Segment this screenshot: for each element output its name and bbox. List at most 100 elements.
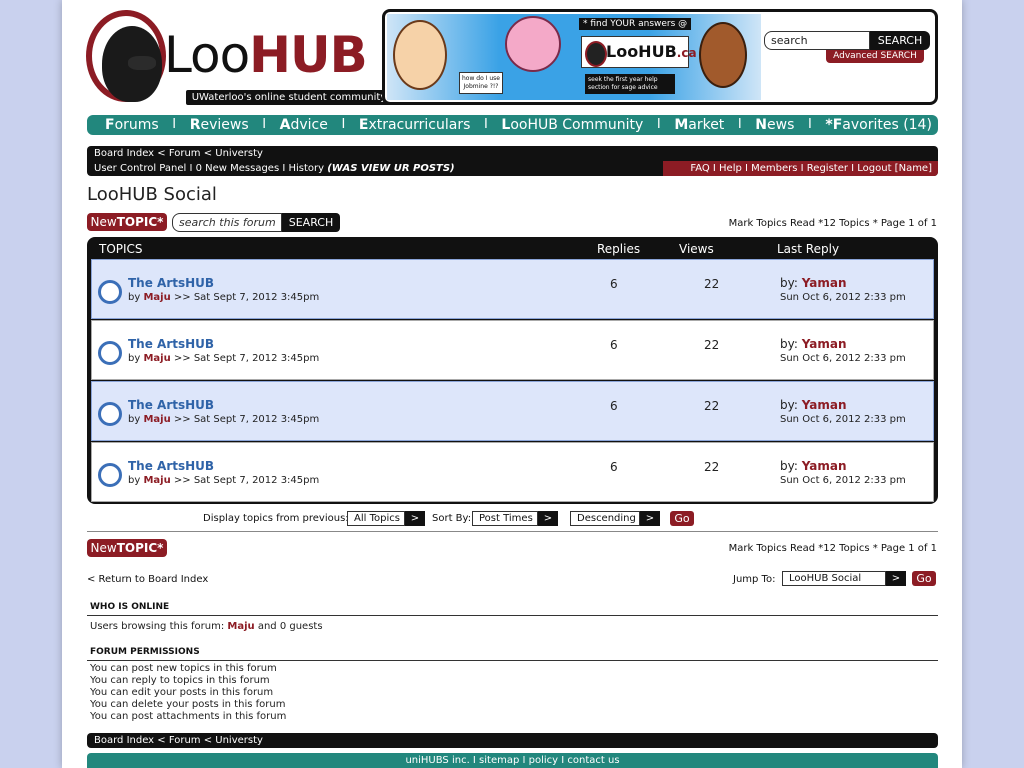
advanced-search-link[interactable]: Advanced SEARCH [826,50,924,63]
sort-by-dropdown-icon[interactable]: > [538,511,558,526]
topic-title-link[interactable]: The ArtsHUB [128,459,214,473]
view-count: 22 [704,460,720,474]
footer-links[interactable]: uniHUBS inc. I sitemap I policy I contac… [87,753,938,768]
ucp-links[interactable]: User Control Panel I 0 New Messages I Hi… [94,163,324,174]
nav-separator: I [483,117,488,132]
breadcrumb-bottom[interactable]: Board Index < Forum < Universty [87,733,938,748]
jump-to-select[interactable]: LooHUB Social [782,571,886,586]
breadcrumb[interactable]: Board Index < Forum < Universty [87,146,938,161]
display-go-button[interactable]: Go [670,511,694,526]
nav-separator: I [262,117,267,132]
column-header-topics: TOPICS [99,242,143,256]
topics-period-dropdown-icon[interactable]: > [405,511,425,526]
promo-banner-image[interactable]: how do I use Jobmine ?!? * find YOUR ans… [387,14,761,100]
logo-wordmark: LooHUB [164,26,368,84]
last-reply-user-link[interactable]: Yaman [802,398,847,412]
last-reply: by: Yaman Sun Oct 6, 2012 2:33 pm [780,276,906,303]
column-header-views: Views [679,242,714,256]
nav-favorites[interactable]: *Favorites (14) [825,115,932,135]
topic-meta: by Maju >> Sat Sept 7, 2012 3:45pm [128,475,320,486]
user-control-bar: User Control Panel I 0 New Messages I Hi… [87,161,938,176]
last-reply-user-link[interactable]: Yaman [802,337,847,351]
nav-reviews[interactable]: Reviews [190,115,249,135]
reply-count: 6 [610,277,618,291]
online-user-link[interactable]: Maju [227,621,254,632]
permission-line: You can post attachments in this forum [90,711,287,722]
table-row[interactable]: The ArtsHUB by Maju >> Sat Sept 7, 2012 … [91,381,934,441]
column-header-replies: Replies [597,242,641,256]
header-search-button[interactable]: SEARCH [870,31,930,50]
new-topic-button[interactable]: NewTOPIC* [87,213,167,231]
nav-market[interactable]: Market [674,115,724,135]
page: LooHUB UWaterloo's online student commun… [62,0,962,768]
topic-status-icon [98,402,122,426]
topic-status-icon [98,280,122,304]
table-row[interactable]: The ArtsHUB by Maju >> Sat Sept 7, 2012 … [91,320,934,380]
topics-period-select[interactable]: All Topics [347,511,405,526]
view-count: 22 [704,277,720,291]
who-is-online-heading: WHO IS ONLINE [90,602,170,612]
topic-status-icon [98,463,122,487]
topic-title-link[interactable]: The ArtsHUB [128,276,214,290]
last-reply: by: Yaman Sun Oct 6, 2012 2:33 pm [780,398,906,425]
header-search-input[interactable]: search [764,31,870,50]
last-reply-user-link[interactable]: Yaman [802,276,847,290]
topic-author-link[interactable]: Maju [143,475,170,486]
sort-order-select[interactable]: Descending [570,511,640,526]
site-tagline: UWaterloo's online student community [186,90,392,105]
nav-loohub-community[interactable]: LooHUB Community [501,115,643,135]
divider [87,531,938,532]
view-count: 22 [704,399,720,413]
reply-count: 6 [610,338,618,352]
divider [87,660,938,661]
nav-separator: I [807,117,812,132]
nav-forums[interactable]: Forums [105,115,159,135]
sort-order-dropdown-icon[interactable]: > [640,511,660,526]
new-topic-button-bottom[interactable]: NewTOPIC* [87,539,167,557]
topic-author-link[interactable]: Maju [143,414,170,425]
nav-news[interactable]: News [755,115,794,135]
table-row[interactable]: The ArtsHUB by Maju >> Sat Sept 7, 2012 … [91,259,934,319]
pagination-info[interactable]: Mark Topics Read *12 Topics * Page 1 of … [729,218,937,229]
cartoon-student-icon [393,20,447,90]
banner-seek-text: seek the first year help section for sag… [585,74,675,94]
forum-search-input[interactable]: search this forum [172,213,282,232]
jump-to-dropdown-icon[interactable]: > [886,571,906,586]
page-title: LooHUB Social [87,184,217,205]
banner-logo: LooHUB.ca [581,36,697,68]
nav-advice[interactable]: Advice [280,115,328,135]
lion-logo-icon [86,10,166,102]
last-reply: by: Yaman Sun Oct 6, 2012 2:33 pm [780,459,906,486]
loohub-logo[interactable]: LooHUB UWaterloo's online student commun… [86,8,392,106]
divider [87,615,938,616]
last-reply-user-link[interactable]: Yaman [802,459,847,473]
table-row[interactable]: The ArtsHUB by Maju >> Sat Sept 7, 2012 … [91,442,934,502]
forum-search-button[interactable]: SEARCH [282,213,340,232]
topic-title-link[interactable]: The ArtsHUB [128,398,214,412]
jump-to-label: Jump To: [733,574,776,585]
account-links[interactable]: FAQ I Help I Members I Register I Logout… [663,161,938,176]
jump-go-button[interactable]: Go [912,571,936,586]
sort-by-select[interactable]: Post Times [472,511,538,526]
forum-permissions-heading: FORUM PERMISSIONS [90,647,200,657]
permission-line: You can delete your posts in this forum [90,699,286,710]
topic-status-icon [98,341,122,365]
nav-separator: I [737,117,742,132]
banner-note: how do I use Jobmine ?!? [459,72,503,94]
ucp-history-note: (WAS VIEW UR POSTS) [327,163,455,174]
topics-table: TOPICS Replies Views Last Reply The Arts… [87,237,938,504]
reply-count: 6 [610,399,618,413]
topic-meta: by Maju >> Sat Sept 7, 2012 3:45pm [128,292,320,303]
pagination-info-bottom[interactable]: Mark Topics Read *12 Topics * Page 1 of … [729,543,937,554]
column-header-last-reply: Last Reply [777,242,840,256]
topic-author-link[interactable]: Maju [143,353,170,364]
permission-line: You can reply to topics in this forum [90,675,270,686]
nav-extracurriculars[interactable]: Extracurriculars [359,115,471,135]
topic-title-link[interactable]: The ArtsHUB [128,337,214,351]
nav-separator: I [341,117,346,132]
nav-separator: I [656,117,661,132]
topic-author-link[interactable]: Maju [143,292,170,303]
last-reply: by: Yaman Sun Oct 6, 2012 2:33 pm [780,337,906,364]
permission-line: You can post new topics in this forum [90,663,277,674]
return-to-board-link[interactable]: < Return to Board Index [87,574,208,585]
